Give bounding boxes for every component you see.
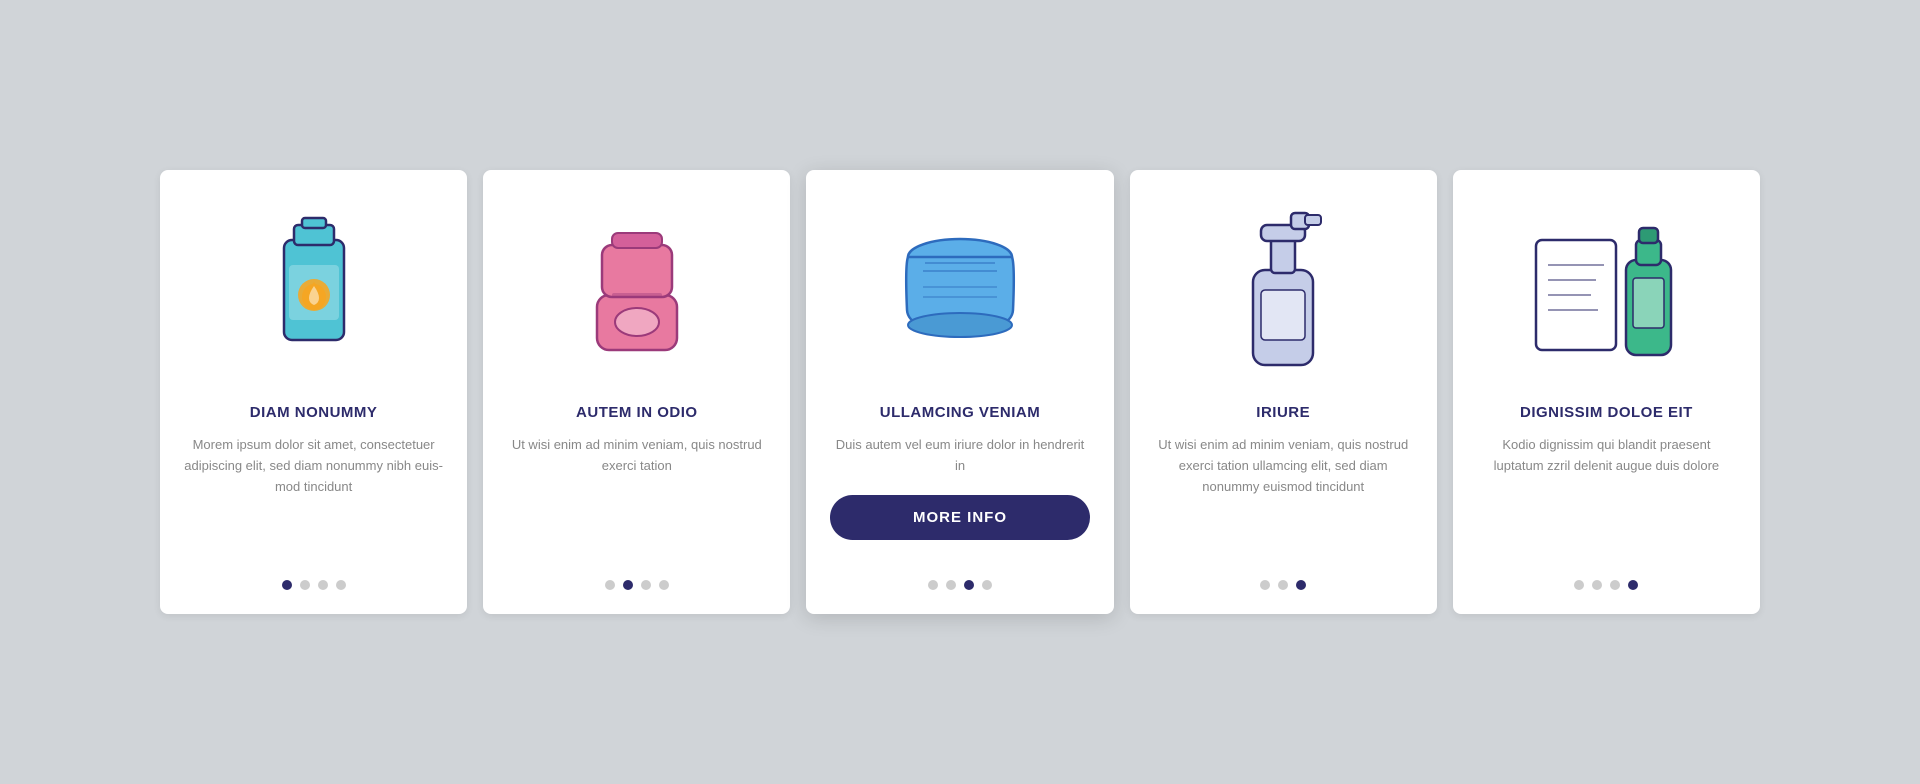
card-5-icon-area — [1477, 200, 1736, 380]
dot — [605, 580, 615, 590]
card-2-dots — [605, 560, 669, 590]
dot — [1260, 580, 1270, 590]
card-2: AUTEM IN ODIO Ut wisi enim ad minim veni… — [483, 170, 790, 614]
card-2-text: Ut wisi enim ad minim veniam, quis nostr… — [507, 435, 766, 560]
card-3-title: ULLAMCING VENIAM — [880, 404, 1041, 421]
card-3-icon-area — [830, 200, 1089, 380]
card-1-title: DIAM NONUMMY — [250, 404, 378, 421]
dot — [1296, 580, 1306, 590]
cards-container: DIAM NONUMMY Morem ipsum dolor sit amet,… — [160, 170, 1760, 614]
dot — [982, 580, 992, 590]
card-5-title: DIGNISSIM DOLOE EIT — [1520, 404, 1693, 421]
card-4-dots — [1260, 560, 1306, 590]
dot — [659, 580, 669, 590]
lotion-tube-icon — [259, 210, 369, 370]
card-1-dots — [282, 560, 346, 590]
card-4: IRIURE Ut wisi enim ad minim veniam, qui… — [1130, 170, 1437, 614]
card-3-text: Duis autem vel eum iriure dolor in hendr… — [830, 435, 1089, 477]
dot — [1628, 580, 1638, 590]
dot — [946, 580, 956, 590]
pump-bottle-icon — [1233, 205, 1333, 375]
card-2-title: AUTEM IN ODIO — [576, 404, 698, 421]
dot — [282, 580, 292, 590]
soap-bar-icon — [577, 215, 697, 365]
card-5-dots — [1574, 560, 1638, 590]
dot — [928, 580, 938, 590]
card-5-text: Kodio dignissim qui blandit praesent lup… — [1477, 435, 1736, 560]
card-1: DIAM NONUMMY Morem ipsum dolor sit amet,… — [160, 170, 467, 614]
dot — [300, 580, 310, 590]
card-1-icon-area — [184, 200, 443, 380]
card-3-dots — [928, 560, 992, 590]
card-4-title: IRIURE — [1256, 404, 1310, 421]
dot — [1610, 580, 1620, 590]
dot — [1574, 580, 1584, 590]
card-1-text: Morem ipsum dolor sit amet, consectetuer… — [184, 435, 443, 560]
cream-jar-icon — [885, 225, 1035, 355]
dot — [318, 580, 328, 590]
card-3: ULLAMCING VENIAM Duis autem vel eum iriu… — [806, 170, 1113, 614]
card-5: DIGNISSIM DOLOE EIT Kodio dignissim qui … — [1453, 170, 1760, 614]
dot — [964, 580, 974, 590]
dot — [641, 580, 651, 590]
card-4-icon-area — [1154, 200, 1413, 380]
dot — [623, 580, 633, 590]
card-4-text: Ut wisi enim ad minim veniam, quis nostr… — [1154, 435, 1413, 560]
dot — [1278, 580, 1288, 590]
bottle-set-icon — [1526, 210, 1686, 370]
dot — [336, 580, 346, 590]
more-info-button[interactable]: MORE INFO — [830, 495, 1089, 540]
dot — [1592, 580, 1602, 590]
card-2-icon-area — [507, 200, 766, 380]
